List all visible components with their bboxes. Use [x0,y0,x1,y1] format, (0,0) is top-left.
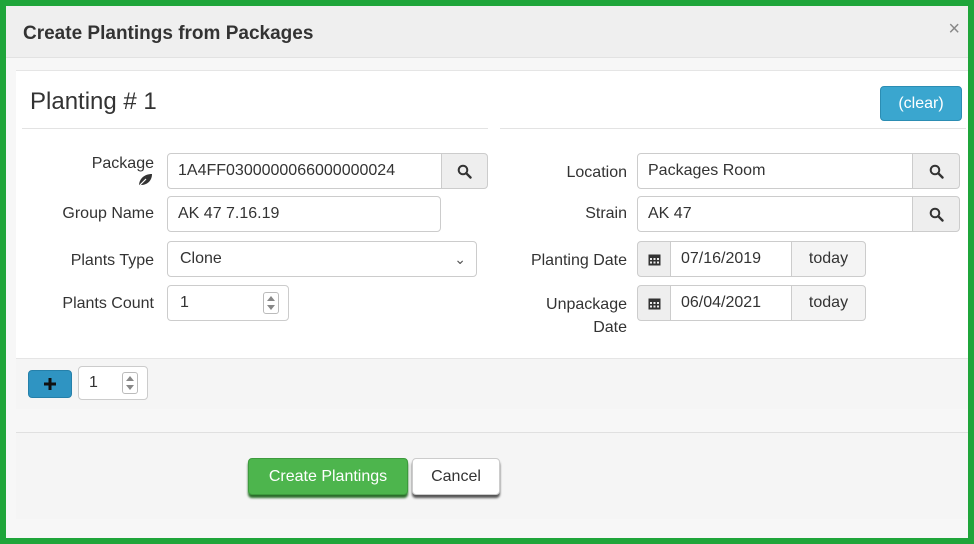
spinner-icon[interactable] [263,292,279,314]
dialog-title: Create Plantings from Packages [23,23,314,44]
search-icon [929,164,944,179]
unpackage-date-label: Unpackage Date [477,296,627,337]
plus-icon [44,378,56,390]
unpackage-date-calendar[interactable] [637,285,671,321]
plants-count-label: Plants Count [62,295,154,312]
strain-input[interactable]: AK 47 [637,196,913,232]
location-input[interactable]: Packages Room [637,153,913,189]
add-count-value: 1 [89,374,98,391]
plants-count-input[interactable]: 1 [167,285,289,321]
planting-date-input[interactable]: 07/16/2019 [670,241,792,277]
clear-button[interactable]: (clear) [880,86,962,121]
strain-label: Strain [585,205,627,222]
unpackage-label-line2: Date [593,319,627,336]
unpackage-date-input[interactable]: 06/04/2021 [670,285,792,321]
unpackage-date-today-button[interactable]: today [791,285,866,321]
group-name-label: Group Name [62,205,154,222]
planting-date-label: Planting Date [530,252,627,269]
calendar-icon [648,298,660,309]
location-label: Location [566,164,628,181]
planting-heading: Planting # 1 [30,88,157,115]
search-icon [457,164,472,179]
strain-search-button[interactable] [912,196,960,232]
calendar-icon [648,254,660,265]
search-icon [929,207,944,222]
divider [22,128,488,129]
dialog-header: Create Plantings from Packages × [6,6,968,58]
group-name-input[interactable]: AK 47 7.16.19 [167,196,441,232]
add-planting-button[interactable] [28,370,72,398]
planting-date-calendar[interactable] [637,241,671,277]
chevron-down-icon: ⌄ [454,251,466,267]
package-input[interactable]: 1A4FF0300000066000000024 [167,153,442,189]
leaf-icon [137,174,152,187]
plants-type-label: Plants Type [70,252,154,269]
add-count-input[interactable]: 1 [78,366,148,400]
unpackage-label-line1: Unpackage [546,296,627,313]
close-icon[interactable]: × [948,19,960,39]
spinner-icon[interactable] [122,372,138,394]
plants-type-value: Clone [180,250,222,267]
add-planting-row [16,358,968,409]
create-plantings-button[interactable]: Create Plantings [248,458,408,495]
package-label: Package [91,155,154,172]
plants-count-value: 1 [180,294,189,311]
plants-type-select[interactable]: Clone ⌄ [167,241,477,277]
location-search-button[interactable] [912,153,960,189]
cancel-button[interactable]: Cancel [412,458,500,495]
planting-date-today-button[interactable]: today [791,241,866,277]
divider [500,128,966,129]
